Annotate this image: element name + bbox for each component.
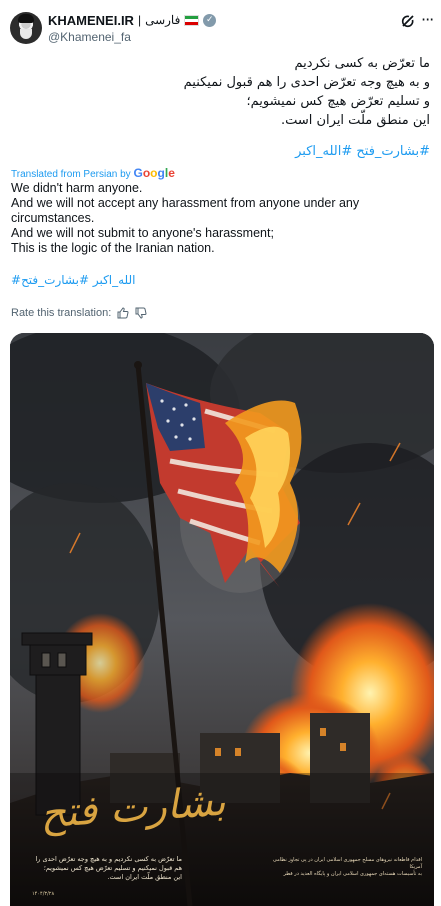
translated-by-label[interactable]: Translated from Persian by Google — [11, 166, 175, 180]
poster-caption-line: ما تعرّض به کسی نکردیم و به هیچ وجه تعرّ… — [35, 855, 182, 863]
poster-date: ۱۴۰۴/۳/۲۸ — [32, 891, 55, 897]
poster-caption: ما تعرّض به کسی نکردیم و به هیچ وجه تعرّ… — [32, 855, 182, 882]
poster-caption-line: این منطق ملّت ایران است. — [107, 873, 182, 881]
account-name[interactable]: KHAMENEI.IR — [48, 13, 134, 28]
poster-side-line: اقدام قاطعانه نیروهای مسلح جمهوری اسلامی… — [272, 857, 422, 870]
account-handle[interactable]: @Khamenei_fa — [48, 30, 131, 44]
hashtag-link-persian[interactable]: #بشارت_فتح #الله_اکبر — [295, 144, 430, 159]
tweet-text-persian: ما تعرّض به کسی نکردیم و به هیچ وجه تعرّ… — [184, 54, 430, 130]
verified-badge-icon: ✓ — [203, 13, 217, 27]
grok-icon[interactable] — [400, 13, 416, 29]
poster-side-text: اقدام قاطعانه نیروهای مسلح جمهوری اسلامی… — [272, 857, 422, 878]
english-line: And we will not submit to anyone's haras… — [11, 226, 274, 240]
account-name-row: KHAMENEI.IR | فارسی ✓ — [48, 12, 217, 28]
iran-flag-icon — [184, 14, 200, 26]
thumbs-down-icon[interactable] — [135, 307, 147, 319]
tweet-media-image[interactable]: بشارت فتح ما تعرّض به کسی نکردیم و به هی… — [10, 333, 434, 906]
tweet-text-translated: We didn't harm anyone. And we will not a… — [11, 181, 421, 256]
persian-line: و به هیچ وجه تعرّض احدی را هم قبول نمیکن… — [183, 75, 430, 90]
persian-line: این منطق ملّت ایران است. — [280, 113, 430, 128]
name-separator: | — [137, 13, 142, 27]
persian-line: ما تعرّض به کسی نکردیم — [294, 56, 430, 71]
tweet-header: KHAMENEI.IR | فارسی ✓ @Khamenei_fa ··· — [0, 0, 441, 52]
rate-translation-row: Rate this translation: — [11, 306, 147, 320]
persian-line: و تسلیم تعرّض هیچ کس نمیشویم؛ — [246, 94, 430, 109]
english-line: We didn't harm anyone. — [11, 181, 143, 195]
thumbs-up-icon[interactable] — [117, 307, 129, 319]
google-logo: Google — [133, 166, 175, 180]
english-line: And we will not accept any harassment fr… — [11, 196, 360, 210]
avatar[interactable] — [10, 12, 42, 44]
rate-translation-label: Rate this translation: — [11, 307, 112, 319]
hashtag-link-translated[interactable]: #الله_اکبر #بشارت_فتح — [11, 273, 136, 287]
account-language: فارسی — [145, 13, 181, 27]
translated-prefix: Translated from Persian by — [11, 169, 131, 180]
more-options-icon[interactable]: ··· — [421, 10, 434, 29]
poster-caption-line: هم قبول نمیکنیم و تسلیم تعرّض هیچ کس نمی… — [43, 864, 182, 872]
english-line: This is the logic of the Iranian nation. — [11, 241, 215, 255]
poster-side-line: به تأسیسات هسته‌ای جمهوری اسلامی ایران و… — [283, 871, 422, 877]
english-line: circumstances. — [11, 211, 95, 225]
